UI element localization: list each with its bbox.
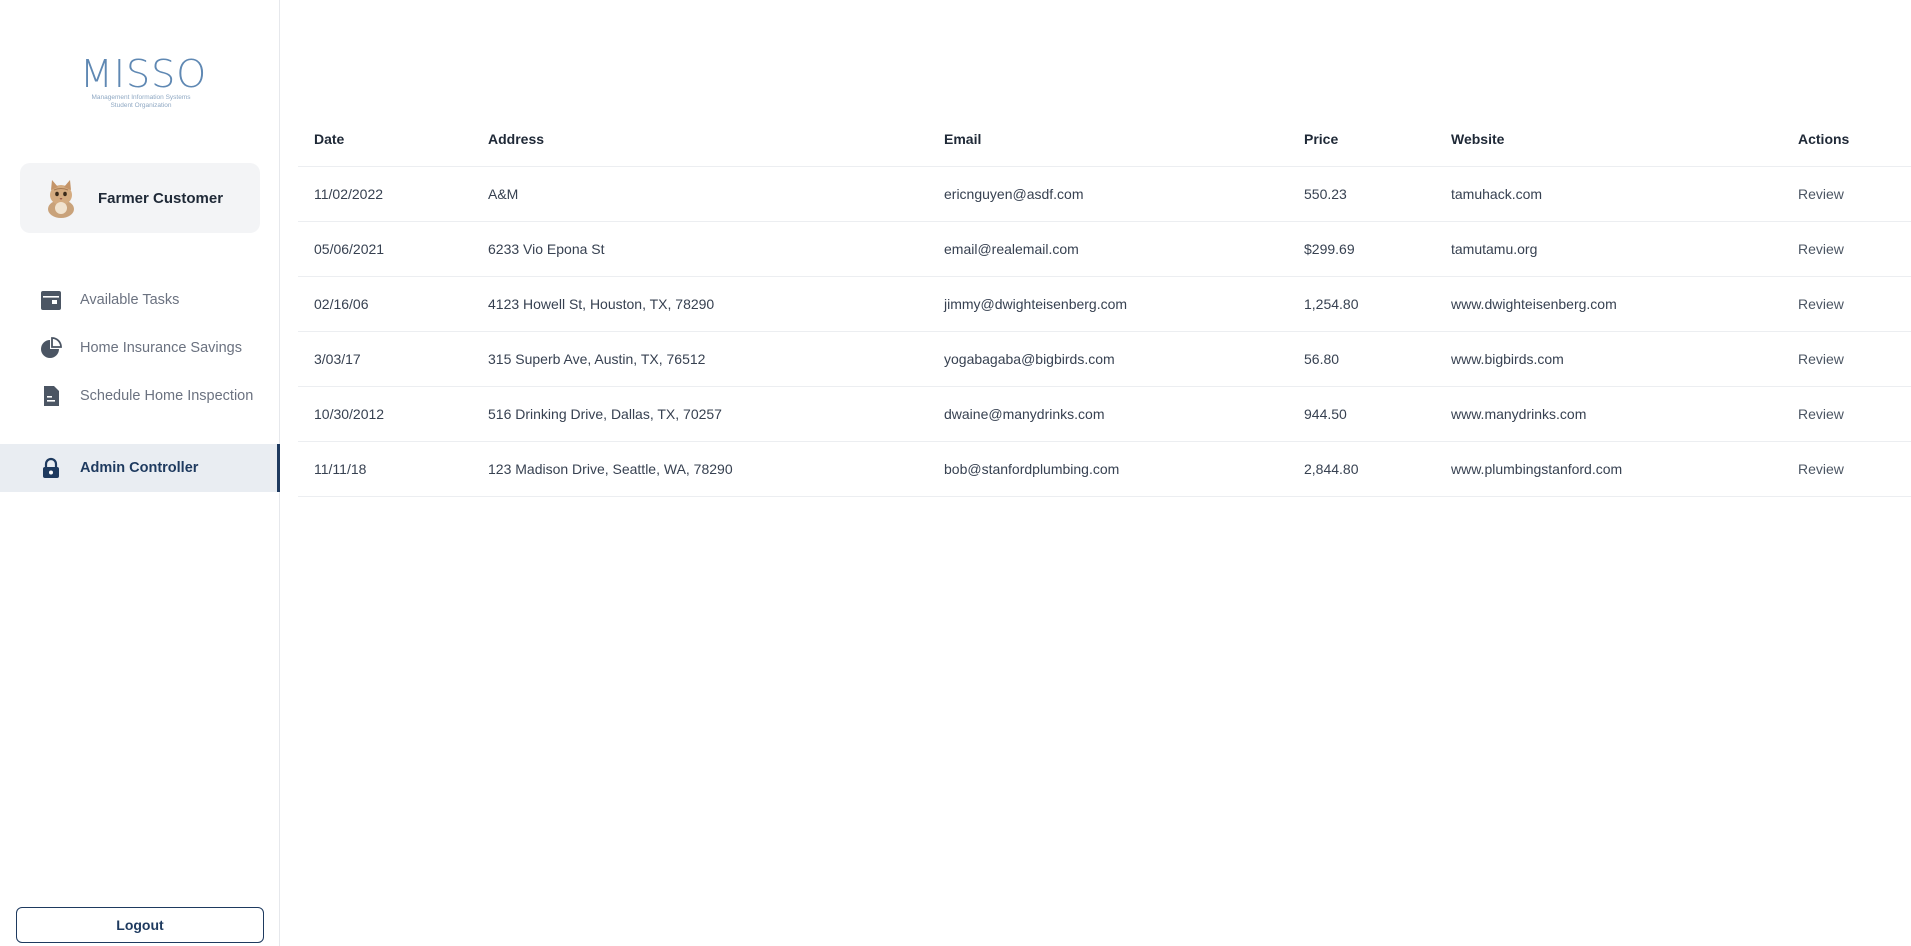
cell-price: 550.23	[1288, 166, 1435, 222]
review-button[interactable]: Review	[1782, 166, 1911, 222]
table-row: 10/30/2012 516 Drinking Drive, Dallas, T…	[298, 386, 1911, 442]
cell-address: 516 Drinking Drive, Dallas, TX, 70257	[472, 386, 928, 442]
logo-wordmark: MISSO	[80, 52, 208, 96]
cell-website: tamuhack.com	[1435, 166, 1782, 222]
cell-address: 4123 Howell St, Houston, TX, 78290	[472, 276, 928, 332]
cell-date: 11/11/18	[298, 441, 472, 497]
sidebar-item-home-insurance-savings[interactable]: Home Insurance Savings	[0, 324, 280, 372]
table-row: 05/06/2021 6233 Vio Epona St email@reale…	[298, 221, 1911, 277]
cell-address: A&M	[472, 166, 928, 222]
cell-email: ericnguyen@asdf.com	[928, 166, 1288, 222]
cell-email: dwaine@manydrinks.com	[928, 386, 1288, 442]
app-window: MISSO Management Information Systems Stu…	[0, 0, 1911, 946]
review-button[interactable]: Review	[1782, 221, 1911, 277]
cell-email: yogabagaba@bigbirds.com	[928, 331, 1288, 387]
cell-price: 1,254.80	[1288, 276, 1435, 332]
cell-date: 10/30/2012	[298, 386, 472, 442]
table-body: 11/02/2022 A&M ericnguyen@asdf.com 550.2…	[298, 166, 1911, 497]
sidebar-item-label: Admin Controller	[80, 460, 199, 476]
sidebar-item-schedule-home-inspection[interactable]: Schedule Home Inspection	[0, 372, 280, 420]
review-button[interactable]: Review	[1782, 441, 1911, 497]
column-header-actions: Actions	[1782, 111, 1911, 167]
table-row: 02/16/06 4123 Howell St, Houston, TX, 78…	[298, 276, 1911, 332]
cell-website: www.bigbirds.com	[1435, 331, 1782, 387]
sidebar-item-available-tasks[interactable]: Available Tasks	[0, 276, 280, 324]
column-header-website: Website	[1435, 111, 1782, 167]
document-icon	[40, 385, 62, 407]
properties-table: Date Address Email Price Website Actions…	[298, 111, 1911, 497]
cell-price: 2,844.80	[1288, 441, 1435, 497]
cell-email: bob@stanfordplumbing.com	[928, 441, 1288, 497]
pie-chart-icon	[40, 337, 62, 359]
sidebar: MISSO Management Information Systems Stu…	[0, 0, 280, 946]
column-header-address: Address	[472, 111, 928, 167]
cell-address: 315 Superb Ave, Austin, TX, 76512	[472, 331, 928, 387]
logo-subtitle-line-1: Management Information Systems	[91, 94, 191, 101]
cell-price: 56.80	[1288, 331, 1435, 387]
cell-email: email@realemail.com	[928, 221, 1288, 277]
lock-icon	[40, 457, 62, 479]
sidebar-item-label: Home Insurance Savings	[80, 340, 242, 356]
review-button[interactable]: Review	[1782, 331, 1911, 387]
column-header-price: Price	[1288, 111, 1435, 167]
table-header-row: Date Address Email Price Website Actions	[298, 111, 1911, 167]
sidebar-item-label: Available Tasks	[80, 292, 180, 308]
table-row: 11/02/2022 A&M ericnguyen@asdf.com 550.2…	[298, 166, 1911, 222]
cell-price: $299.69	[1288, 221, 1435, 277]
sidebar-item-admin-controller[interactable]: Admin Controller	[0, 444, 280, 492]
cell-price: 944.50	[1288, 386, 1435, 442]
cell-website: www.dwighteisenberg.com	[1435, 276, 1782, 332]
sidebar-item-label: Schedule Home Inspection	[80, 388, 254, 404]
cell-website: www.plumbingstanford.com	[1435, 441, 1782, 497]
cell-address: 6233 Vio Epona St	[472, 221, 928, 277]
main-content: Date Address Email Price Website Actions…	[280, 0, 1911, 946]
cell-address: 123 Madison Drive, Seattle, WA, 78290	[472, 441, 928, 497]
cell-date: 05/06/2021	[298, 221, 472, 277]
logo-subtitle-line-2: Student Organization	[110, 102, 172, 109]
sidebar-nav: Available Tasks Home Insurance Savings S…	[0, 276, 280, 492]
logout-button[interactable]: Logout	[16, 907, 264, 943]
review-button[interactable]: Review	[1782, 276, 1911, 332]
cat-avatar-icon	[44, 178, 78, 218]
review-button[interactable]: Review	[1782, 386, 1911, 442]
table-row: 11/11/18 123 Madison Drive, Seattle, WA,…	[298, 441, 1911, 497]
cell-date: 02/16/06	[298, 276, 472, 332]
column-header-email: Email	[928, 111, 1288, 167]
cell-date: 3/03/17	[298, 331, 472, 387]
cell-website: www.manydrinks.com	[1435, 386, 1782, 442]
user-profile-card[interactable]: Farmer Customer	[20, 163, 260, 233]
cell-email: jimmy@dwighteisenberg.com	[928, 276, 1288, 332]
cell-website: tamutamu.org	[1435, 221, 1782, 277]
misso-logo: MISSO Management Information Systems Stu…	[80, 52, 208, 110]
user-name: Farmer Customer	[98, 189, 224, 207]
table-row: 3/03/17 315 Superb Ave, Austin, TX, 7651…	[298, 331, 1911, 387]
cell-date: 11/02/2022	[298, 166, 472, 222]
column-header-date: Date	[298, 111, 472, 167]
calendar-icon	[40, 289, 62, 311]
